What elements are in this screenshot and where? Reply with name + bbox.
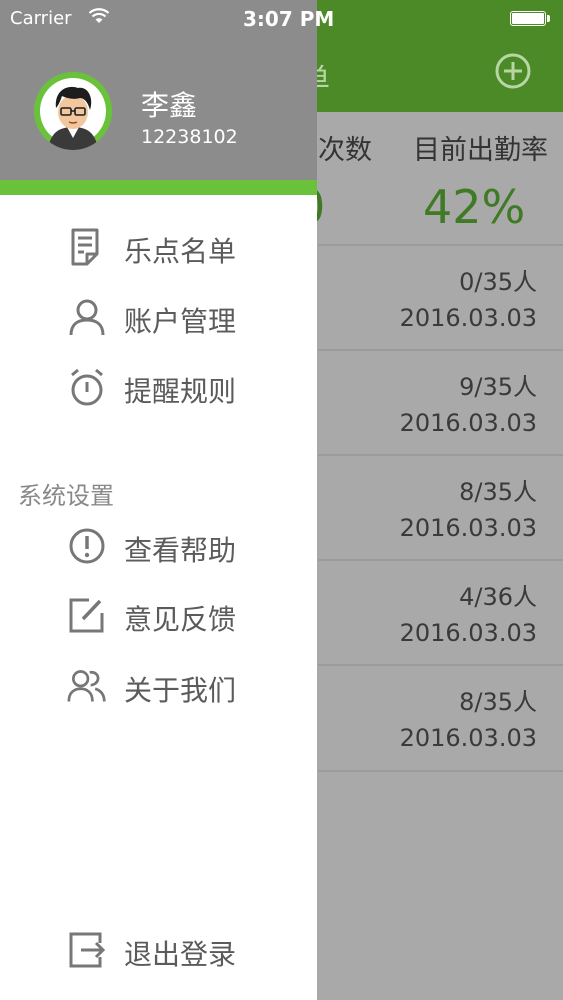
list-item[interactable]: 9/35人 2016.03.03 xyxy=(318,349,563,455)
menu-item-feedback[interactable]: 意见反馈 xyxy=(67,590,307,640)
people-icon xyxy=(67,670,106,702)
list-item[interactable]: 8/35人 2016.03.03 xyxy=(318,454,563,560)
divider xyxy=(318,770,563,772)
logout-label: 退出登录 xyxy=(124,938,237,971)
person-icon xyxy=(69,299,105,336)
attendance-count: 0/35人 xyxy=(459,268,537,296)
list-item[interactable]: 8/35人 2016.03.03 xyxy=(318,664,563,770)
menu-item-reminder-rules[interactable]: 提醒规则 xyxy=(67,362,307,412)
row-date: 2016.03.03 xyxy=(399,409,537,437)
settings-section-label: 系统设置 xyxy=(18,482,114,510)
attendance-count: 8/35人 xyxy=(459,478,537,506)
battery-tip xyxy=(547,15,550,22)
menu-item-account[interactable]: 账户管理 xyxy=(67,292,307,342)
menu-item-help[interactable]: 查看帮助 xyxy=(67,521,307,571)
column-header-rate: 目前出勤率 xyxy=(413,135,548,166)
menu-item-label: 提醒规则 xyxy=(124,375,237,408)
row-date: 2016.03.03 xyxy=(399,514,537,542)
add-icon[interactable] xyxy=(495,53,531,89)
rate-value: 42% xyxy=(423,180,526,234)
wifi-icon xyxy=(88,8,110,23)
menu-item-label: 意见反馈 xyxy=(124,603,237,636)
logout-icon xyxy=(69,932,106,968)
attendance-count: 8/35人 xyxy=(459,688,537,716)
menu-item-label: 查看帮助 xyxy=(124,534,237,567)
user-name: 李鑫 xyxy=(141,89,198,122)
alarm-clock-icon xyxy=(71,368,103,406)
row-date: 2016.03.03 xyxy=(399,304,537,332)
list-item[interactable]: 4/36人 2016.03.03 xyxy=(318,559,563,665)
logout-button[interactable]: 退出登录 xyxy=(67,925,307,975)
menu-item-about-us[interactable]: 关于我们 xyxy=(67,661,307,711)
edit-icon xyxy=(69,598,104,633)
menu-item-label: 乐点名单 xyxy=(124,235,237,268)
row-date: 2016.03.03 xyxy=(399,619,537,647)
menu-item-label: 关于我们 xyxy=(124,674,237,707)
menu-item-label: 账户管理 xyxy=(124,305,237,338)
avatar[interactable] xyxy=(34,72,112,150)
avatar-icon xyxy=(34,72,112,150)
carrier-label: Carrier xyxy=(10,8,72,29)
row-date: 2016.03.03 xyxy=(399,724,537,752)
side-drawer: 李鑫 12238102 乐点名单 账户管理 提醒规则 系统设置 查看帮助 意见反… xyxy=(0,0,317,1000)
header-accent-bar xyxy=(0,180,317,195)
document-list-icon xyxy=(71,228,99,266)
column-header-count: 次数 xyxy=(318,135,372,166)
menu-item-roll-call-list[interactable]: 乐点名单 xyxy=(67,222,307,272)
status-bar: Carrier 3:07 PM xyxy=(0,0,563,40)
attendance-count: 4/36人 xyxy=(459,583,537,611)
info-circle-icon xyxy=(69,528,105,564)
battery-icon xyxy=(510,11,546,26)
attendance-count: 9/35人 xyxy=(459,373,537,401)
list-item[interactable]: 0/35人 2016.03.03 xyxy=(318,244,563,350)
user-id: 12238102 xyxy=(141,126,238,148)
clock: 3:07 PM xyxy=(243,7,335,31)
